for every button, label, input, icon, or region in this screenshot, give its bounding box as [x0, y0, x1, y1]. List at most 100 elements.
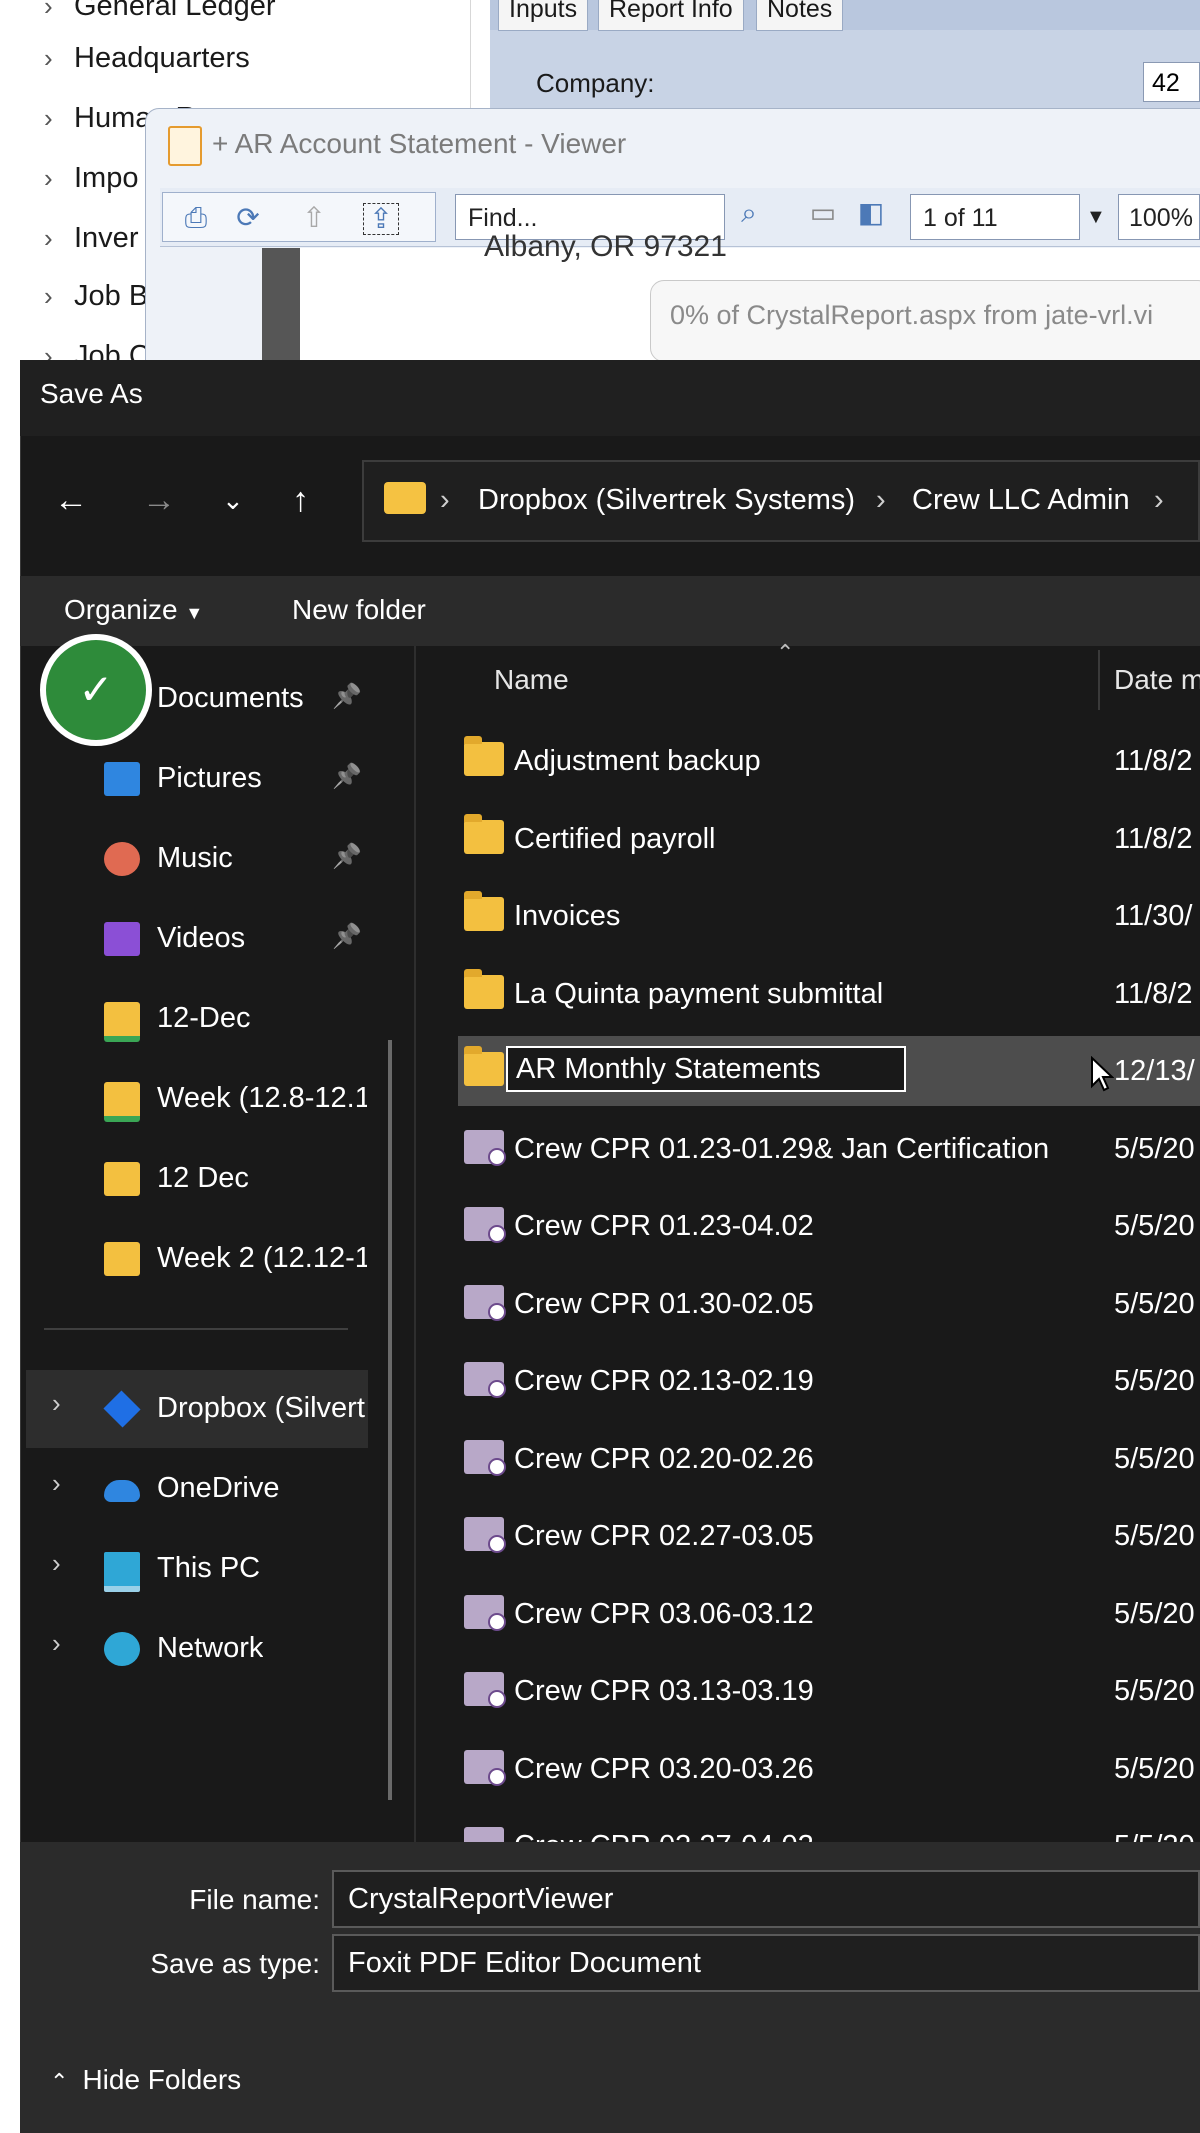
nav-item-label[interactable]: OneDrive: [157, 1466, 280, 1510]
breadcrumb-dropbox[interactable]: Dropbox (Silvertrek Systems): [478, 482, 855, 518]
forward-arrow-icon[interactable]: →: [142, 478, 176, 522]
back-arrow-icon[interactable]: ←: [54, 478, 88, 522]
nav-item-label[interactable]: Week 2 (12.12-1: [157, 1236, 367, 1280]
file-name: Crew CPR 02.27-03.05: [514, 1520, 814, 1552]
nav-item-label[interactable]: Network: [157, 1626, 263, 1670]
file-date: 5/5/20: [1114, 1520, 1195, 1552]
nav-scrollbar[interactable]: [388, 1040, 392, 1800]
file-name: Crew CPR 01.23-04.02: [514, 1210, 814, 1242]
first-page-icon[interactable]: ▭: [806, 198, 840, 228]
pdf-document-icon: [464, 1594, 506, 1631]
file-name: Adjustment backup: [514, 745, 761, 777]
save-as-type-label: Save as type:: [150, 1948, 320, 1979]
tree-item[interactable]: › General Ledger: [44, 0, 276, 26]
expand-chevron-icon[interactable]: ›: [52, 1388, 61, 1419]
file-row[interactable]: Crew CPR 03.13-03.19 5/5/20: [458, 1656, 1200, 1726]
pin-icon[interactable]: 📌: [332, 762, 362, 791]
file-date: 11/30/: [1114, 900, 1193, 932]
nav-item-label[interactable]: 12-Dec: [157, 996, 251, 1040]
tree-item[interactable]: › Impo: [44, 158, 138, 198]
file-name-input[interactable]: CrystalReportViewer: [332, 1870, 1200, 1928]
nav-item-label[interactable]: Dropbox (Silvert: [157, 1386, 365, 1430]
chevron-down-icon[interactable]: ▼: [1086, 196, 1106, 238]
file-row[interactable]: Crew CPR 02.13-02.19 5/5/20: [458, 1346, 1200, 1416]
previous-page-icon[interactable]: ◧: [854, 198, 888, 228]
column-divider[interactable]: [1098, 650, 1100, 710]
chevron-right-icon[interactable]: ›: [44, 0, 74, 26]
new-folder-button[interactable]: New folder: [292, 592, 426, 628]
tree-item[interactable]: › Job B: [44, 276, 148, 316]
nav-item-label[interactable]: Week (12.8-12.1: [157, 1076, 367, 1120]
folder-icon: [464, 813, 504, 854]
file-row[interactable]: Crew CPR 02.27-03.05 5/5/20: [458, 1501, 1200, 1571]
find-binoculars-icon[interactable]: ⌕: [732, 198, 766, 228]
zoom-select[interactable]: 100%: [1118, 194, 1200, 240]
file-name: Crew CPR 03.06-03.12: [514, 1597, 814, 1630]
print-icon[interactable]: ⎙: [179, 203, 213, 233]
pin-icon[interactable]: 📌: [332, 922, 362, 951]
file-name: La Quinta payment submittal: [514, 977, 884, 1010]
address-folder-icon: [384, 482, 426, 514]
tree-item[interactable]: › Headquarters: [44, 38, 250, 78]
refresh-icon[interactable]: ⟳: [231, 203, 265, 233]
breadcrumb-crew-llc-admin[interactable]: Crew LLC Admin: [912, 482, 1130, 518]
file-row[interactable]: Crew CPR 03.20-03.26 5/5/20: [458, 1734, 1200, 1804]
export-icon[interactable]: ⇪: [363, 203, 399, 235]
file-row[interactable]: Crew CPR 01.23-04.02 5/5/20: [458, 1191, 1200, 1261]
file-name: Crew CPR 02.20-02.26: [514, 1442, 814, 1475]
column-header-name[interactable]: Name: [494, 664, 569, 696]
file-row[interactable]: Crew CPR 01.30-02.05 5/5/20: [458, 1269, 1200, 1339]
recent-locations-chevron-icon[interactable]: ⌄: [222, 478, 244, 522]
nav-item-label[interactable]: Pictures: [157, 756, 262, 800]
company-input[interactable]: 42: [1143, 62, 1200, 102]
up-arrow-icon[interactable]: ⇧: [297, 203, 331, 233]
save-as-type-select[interactable]: Foxit PDF Editor Document: [332, 1934, 1200, 1992]
file-row[interactable]: La Quinta payment submittal 11/8/2: [458, 959, 1200, 1029]
expand-chevron-icon[interactable]: ›: [52, 1468, 61, 1499]
file-name: Crew CPR 03.20-03.26: [514, 1752, 814, 1785]
nav-item-label[interactable]: Documents: [157, 676, 304, 720]
file-date: 5/5/20: [1114, 1132, 1195, 1165]
file-row[interactable]: Invoices 11/30/: [458, 881, 1200, 951]
file-list: Adjustment backup 11/8/2 Certified payroll…: [416, 720, 1200, 1842]
nav-item-label[interactable]: 12 Dec: [157, 1156, 249, 1200]
hide-folders-button[interactable]: ⌃ Hide Folders: [50, 2064, 241, 2096]
tab-notes[interactable]: Notes: [756, 0, 844, 31]
tab-report-info[interactable]: Report Info: [598, 0, 744, 31]
chevron-right-icon[interactable]: ›: [44, 158, 74, 198]
organize-button[interactable]: Organize ▼: [64, 592, 203, 631]
caret-down-icon: ▼: [185, 603, 204, 623]
chevron-right-icon[interactable]: ›: [44, 218, 74, 258]
file-row[interactable]: Crew CPR 01.23-01.29& Jan Certification 5…: [458, 1114, 1200, 1184]
chevron-right-icon[interactable]: ›: [44, 98, 74, 138]
nav-item-label[interactable]: This PC: [157, 1546, 260, 1590]
chevron-right-icon[interactable]: ›: [44, 38, 74, 78]
tree-item[interactable]: › Inver: [44, 218, 138, 258]
nav-item-label[interactable]: Videos: [157, 916, 245, 960]
report-address-line: Albany, OR 97321: [484, 230, 727, 263]
chevron-up-icon: ⌃: [50, 2069, 69, 2094]
file-row[interactable]: Certified payroll 11/8/2: [458, 804, 1200, 874]
file-row[interactable]: Crew CPR 03.06-03.12 5/5/20: [458, 1579, 1200, 1649]
file-row[interactable]: Crew CPR 02.20-02.26 5/5/20: [458, 1424, 1200, 1494]
toolbar-group-export: ⎙ ⟳ ⇧ ⇪: [162, 192, 436, 242]
chevron-right-icon[interactable]: ›: [44, 276, 74, 316]
file-row[interactable]: Crew CPR 03.27-04.02 5/5/20: [458, 1811, 1200, 1842]
rename-input[interactable]: AR Monthly Statements: [506, 1046, 906, 1092]
file-date: 5/5/20: [1114, 1365, 1195, 1397]
up-folder-arrow-icon[interactable]: ↑: [292, 478, 309, 522]
pdf-document-icon: [464, 1362, 506, 1398]
pin-icon[interactable]: 📌: [332, 682, 362, 711]
tree-item-label: Inver: [74, 222, 139, 254]
pin-icon[interactable]: 📌: [332, 842, 362, 871]
file-row[interactable]: Adjustment backup 11/8/2: [458, 726, 1200, 796]
expand-chevron-icon[interactable]: ›: [52, 1548, 61, 1579]
expand-chevron-icon[interactable]: ›: [52, 1628, 61, 1659]
column-header-date[interactable]: Date m: [1114, 664, 1200, 696]
pdf-document-icon: [464, 1207, 506, 1243]
tab-inputs[interactable]: Inputs: [498, 0, 589, 31]
pdf-document-icon: [464, 1439, 506, 1476]
file-row[interactable]: AR Monthly Statements 12/13/: [458, 1036, 1200, 1106]
nav-item-label[interactable]: Music: [157, 836, 233, 880]
page-indicator-input[interactable]: 1 of 11: [910, 194, 1080, 240]
